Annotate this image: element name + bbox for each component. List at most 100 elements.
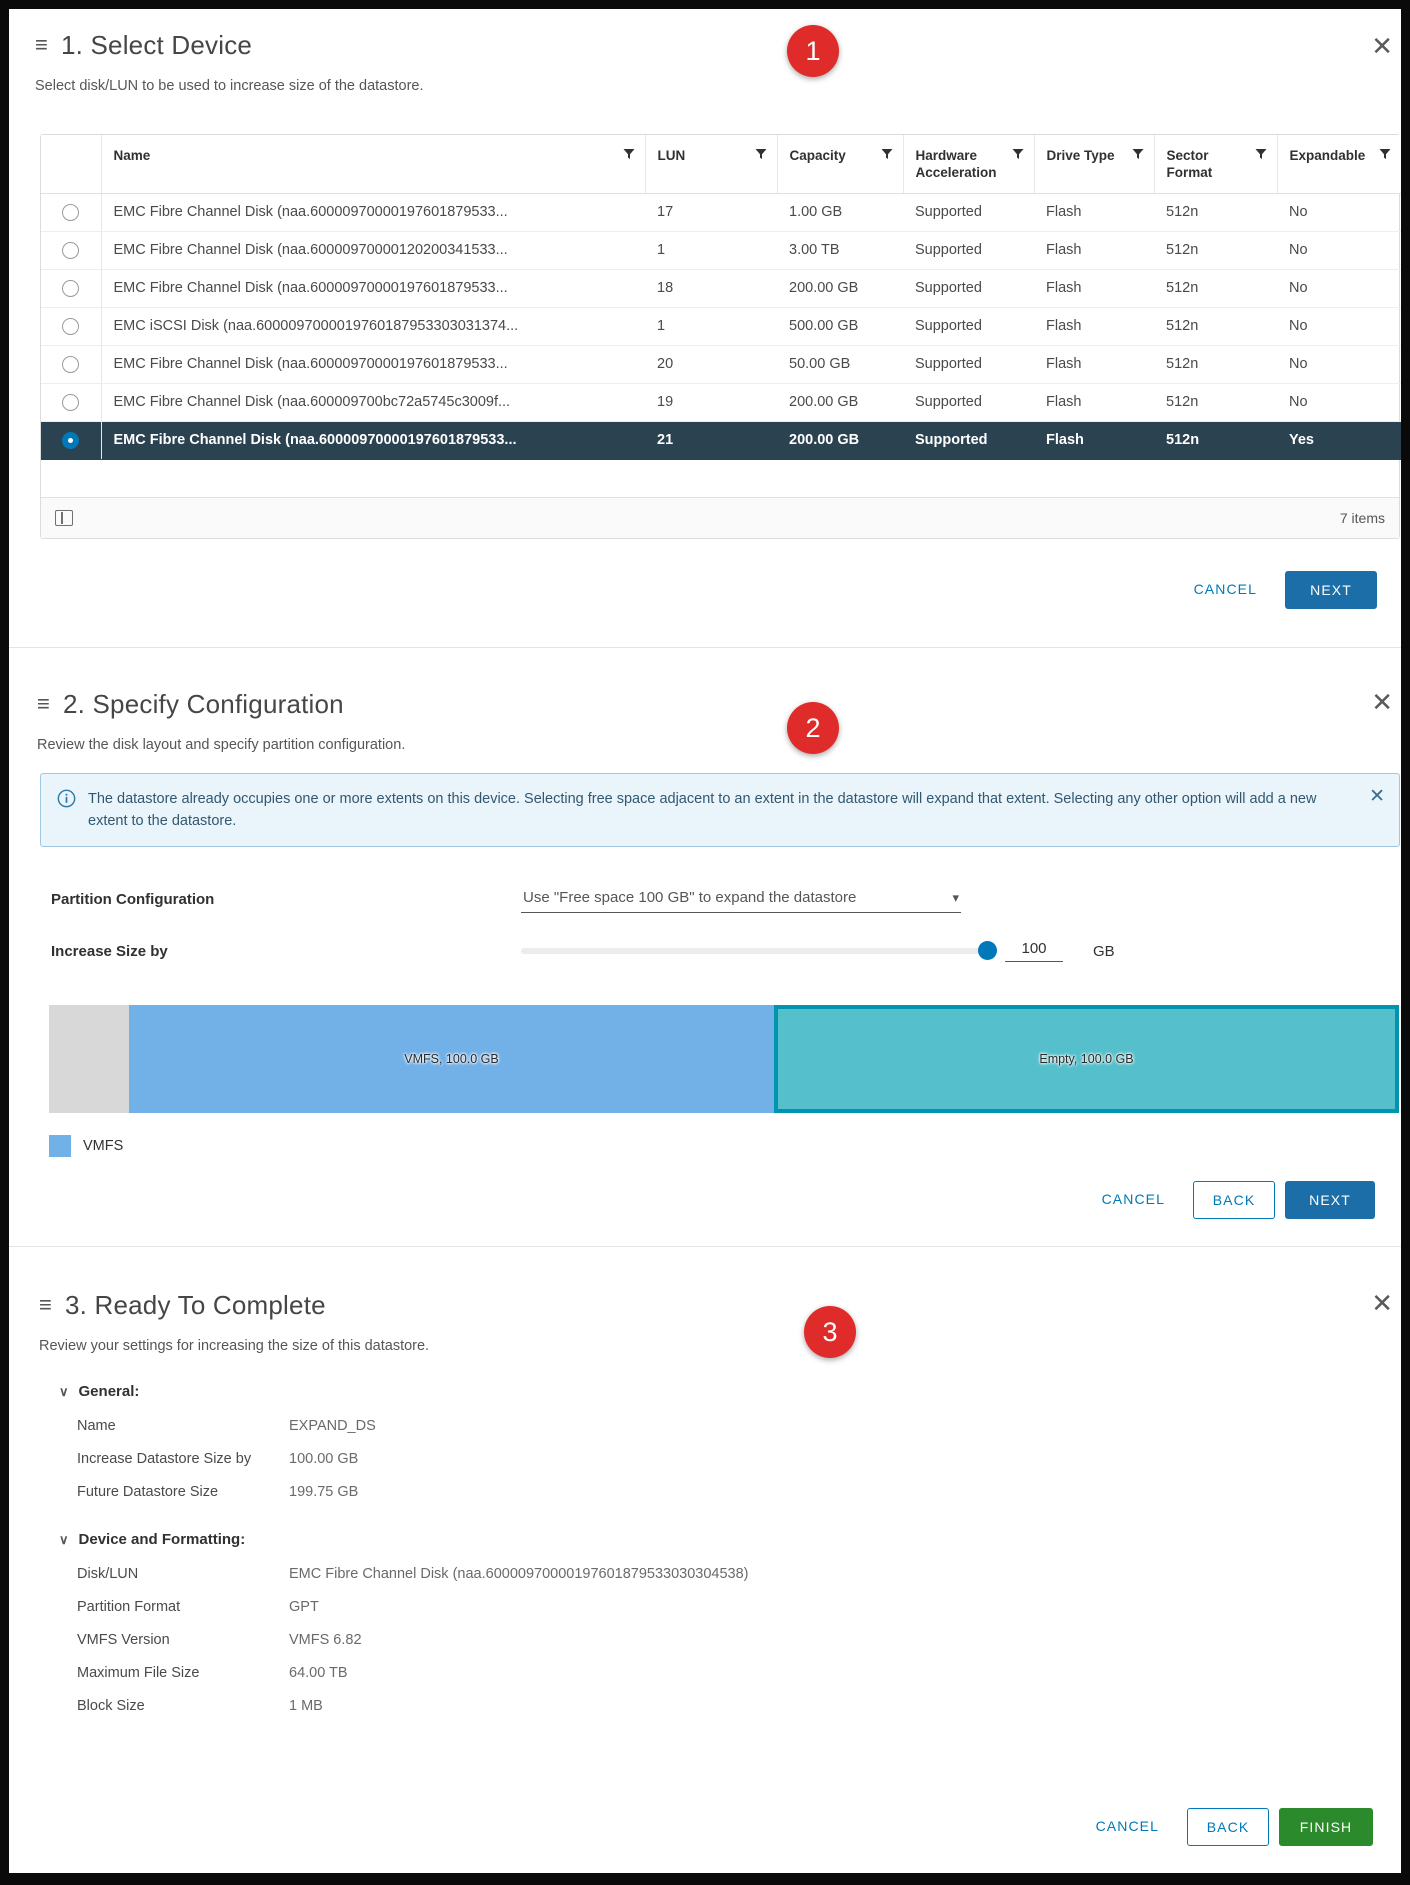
table-row[interactable]: EMC Fibre Channel Disk (naa.600009700001… <box>41 193 1401 232</box>
summary-value: 199.75 GB <box>289 1484 359 1500</box>
row-radio[interactable] <box>62 431 80 449</box>
row-radio-cell[interactable] <box>41 231 101 270</box>
header-name: Name <box>100 135 645 194</box>
row-radio[interactable] <box>62 203 80 221</box>
table-row[interactable]: EMC Fibre Channel Disk (naa.600009700001… <box>41 421 1401 460</box>
info-alert-close-icon[interactable]: ✕ <box>1369 787 1385 806</box>
table-row[interactable]: EMC Fibre Channel Disk (naa.600009700001… <box>41 231 1401 270</box>
info-alert: The datastore already occupies one or mo… <box>40 773 1400 847</box>
table-row[interactable]: EMC Fibre Channel Disk (naa.600009700bc7… <box>41 383 1401 422</box>
step2-next-button[interactable]: NEXT <box>1285 1181 1375 1219</box>
step3-cancel-button[interactable]: CANCEL <box>1078 1808 1177 1846</box>
step3-title: 3. Ready To Complete <box>65 1290 326 1320</box>
summary-row: Name EXPAND_DS <box>77 1410 1259 1443</box>
table-row[interactable]: EMC iSCSI Disk (naa.60000970000197601879… <box>41 307 1401 346</box>
step2-cancel-button[interactable]: CANCEL <box>1084 1181 1183 1219</box>
row-sector-format: 512n <box>1154 193 1277 232</box>
row-radio-cell[interactable] <box>41 307 101 346</box>
table-row[interactable]: EMC Fibre Channel Disk (naa.600009700001… <box>41 345 1401 384</box>
disk-segment-vmfs-label: VMFS, 100.0 GB <box>404 1052 499 1066</box>
device-datagrid: Name LUN Capacity Hardware Acceleration … <box>40 134 1401 539</box>
filter-icon-sector-format[interactable] <box>1255 148 1267 160</box>
summary-group-header[interactable]: ∨ General: <box>59 1383 1259 1400</box>
disk-segment-empty[interactable]: Empty, 100.0 GB <box>774 1005 1399 1113</box>
header-capacity-label: Capacity <box>789 148 846 163</box>
step3-finish-button[interactable]: FINISH <box>1279 1808 1373 1846</box>
row-radio[interactable] <box>62 317 80 335</box>
row-radio-cell[interactable] <box>41 345 101 384</box>
summary-groups: ∨ General: Name EXPAND_DS Increase Datastore… <box>59 1379 1259 1745</box>
row-capacity: 1.00 GB <box>777 193 903 232</box>
row-radio[interactable] <box>62 279 80 297</box>
filter-icon-drive-type[interactable] <box>1132 148 1144 160</box>
row-sector-format: 512n <box>1154 269 1277 308</box>
row-lun: 17 <box>645 193 777 232</box>
header-expandable: Expandable <box>1276 135 1401 194</box>
step3-back-button[interactable]: BACK <box>1187 1808 1269 1846</box>
filter-icon-lun[interactable] <box>755 148 767 160</box>
column-picker-icon[interactable] <box>55 510 73 526</box>
row-lun: 21 <box>645 421 777 460</box>
row-radio-cell[interactable] <box>41 193 101 232</box>
summary-value: EXPAND_DS <box>289 1418 376 1434</box>
row-name: EMC Fibre Channel Disk (naa.600009700001… <box>100 193 645 232</box>
step1-cancel-button[interactable]: CANCEL <box>1176 571 1275 609</box>
filter-icon-expandable[interactable] <box>1379 148 1391 160</box>
step2-back-button[interactable]: BACK <box>1193 1181 1275 1219</box>
row-name: EMC Fibre Channel Disk (naa.600009700001… <box>100 345 645 384</box>
table-row[interactable]: EMC Fibre Channel Disk (naa.600009700001… <box>41 269 1401 308</box>
legend-label-vmfs: VMFS <box>83 1138 124 1154</box>
step2-subtitle: Review the disk layout and specify parti… <box>37 737 406 753</box>
partition-configuration-select[interactable]: Use "Free space 100 GB" to expand the da… <box>521 886 961 913</box>
row-sector-format: 512n <box>1154 307 1277 346</box>
increase-size-slider[interactable] <box>521 941 997 960</box>
row-radio[interactable] <box>62 393 80 411</box>
row-sector-format: 512n <box>1154 383 1277 422</box>
increase-size-row: Increase Size by 100 GB <box>51 940 1331 962</box>
filter-icon-capacity[interactable] <box>881 148 893 160</box>
increase-size-input[interactable]: 100 <box>1005 940 1063 962</box>
row-capacity: 50.00 GB <box>777 345 903 384</box>
hamburger-icon-2[interactable]: ≡ <box>37 689 63 719</box>
close-step3-icon[interactable]: ✕ <box>1371 1290 1393 1316</box>
row-lun: 1 <box>645 307 777 346</box>
row-lun: 1 <box>645 231 777 270</box>
row-radio[interactable] <box>62 241 80 259</box>
hamburger-icon-3[interactable]: ≡ <box>39 1290 65 1320</box>
hamburger-icon[interactable]: ≡ <box>35 30 61 60</box>
summary-key: Name <box>77 1418 116 1434</box>
row-capacity: 200.00 GB <box>777 421 903 460</box>
row-radio-cell[interactable] <box>41 269 101 308</box>
row-drive-type: Flash <box>1034 345 1154 384</box>
chevron-down-icon: ∨ <box>59 1383 69 1399</box>
step3-buttons: CANCEL BACK FINISH <box>1078 1808 1373 1846</box>
step3-subtitle: Review your settings for increasing the … <box>39 1338 430 1354</box>
row-radio[interactable] <box>62 355 80 373</box>
disk-segment-vmfs[interactable]: VMFS, 100.0 GB <box>129 1005 774 1113</box>
filter-icon-hardware-acceleration[interactable] <box>1012 148 1024 160</box>
disk-segment-system <box>49 1005 129 1113</box>
table-header-row: Name LUN Capacity Hardware Acceleration … <box>41 135 1401 194</box>
row-lun: 18 <box>645 269 777 308</box>
header-drive-type-label: Drive Type <box>1046 148 1115 163</box>
row-capacity: 200.00 GB <box>777 269 903 308</box>
close-step2-icon[interactable]: ✕ <box>1371 689 1393 715</box>
row-radio-cell[interactable] <box>41 383 101 422</box>
step1-next-button[interactable]: NEXT <box>1285 571 1377 609</box>
summary-row: VMFS Version VMFS 6.82 <box>77 1624 1259 1657</box>
summary-value: EMC Fibre Channel Disk (naa.600009700001… <box>289 1566 749 1582</box>
row-hardware-acceleration: Supported <box>903 383 1034 422</box>
step1-header: ≡ 1. Select Device <box>35 30 735 60</box>
row-lun: 20 <box>645 345 777 384</box>
slider-thumb[interactable] <box>978 941 997 960</box>
summary-group-header[interactable]: ∨ Device and Formatting: <box>59 1531 1259 1548</box>
disk-layout-bar: VMFS, 100.0 GB Empty, 100.0 GB <box>49 1005 1399 1113</box>
close-step1-icon[interactable]: ✕ <box>1371 33 1393 59</box>
row-radio-cell[interactable] <box>41 421 101 460</box>
row-sector-format: 512n <box>1154 231 1277 270</box>
summary-value: GPT <box>289 1599 319 1615</box>
filter-icon-name[interactable] <box>623 148 635 160</box>
header-sector-format: Sector Format <box>1153 135 1277 194</box>
item-count: 7 items <box>1339 510 1385 526</box>
summary-row: Partition Format GPT <box>77 1591 1259 1624</box>
